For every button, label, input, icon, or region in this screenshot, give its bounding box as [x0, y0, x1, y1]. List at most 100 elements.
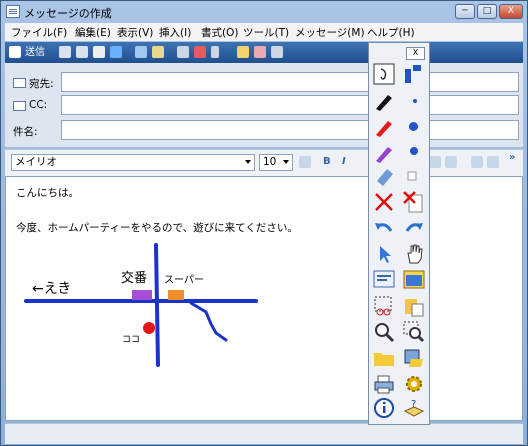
marker-red-icon[interactable] [373, 115, 395, 137]
hand-icon[interactable] [403, 243, 425, 265]
delete-icon[interactable] [373, 191, 395, 213]
format-toolbar: メイリオ 10 B I » [5, 149, 523, 176]
select-arrow-icon[interactable] [373, 243, 395, 265]
font-size: 10 [263, 156, 277, 168]
menu-edit[interactable]: 編集(E) [75, 25, 111, 40]
delete-page-icon[interactable] [403, 191, 425, 213]
marker-purple-icon[interactable] [373, 141, 395, 163]
subject-field[interactable] [61, 120, 519, 140]
decrease-indent-icon[interactable] [429, 156, 441, 168]
settings-icon[interactable] [403, 373, 425, 395]
subject-label: 件名: [13, 126, 38, 138]
menu-bar: ファイル(F) 編集(E) 表示(V) 挿入(I) 書式(O) ツール(T) メ… [5, 23, 523, 41]
undo-icon[interactable] [110, 46, 122, 58]
body-greeting: こんにちは。 [16, 187, 79, 199]
bold-button[interactable]: B [323, 156, 331, 167]
zoom-icon[interactable] [373, 321, 395, 343]
map-label-station: ←えき [32, 281, 71, 297]
svg-text:?: ? [411, 399, 416, 410]
paragraph-style-icon[interactable] [299, 156, 311, 168]
help-book-icon[interactable]: ? [403, 397, 425, 419]
pointer-tool-icon[interactable] [373, 63, 395, 85]
eraser-icon[interactable] [373, 165, 395, 187]
pen-tool-palette: X ? [368, 42, 430, 425]
send-icon [9, 46, 21, 58]
supermarket-marker [168, 290, 184, 300]
close-button[interactable]: X [499, 4, 523, 19]
priority-icon[interactable] [194, 46, 206, 58]
map-label-here: ココ [122, 335, 140, 345]
work-offline-icon[interactable] [271, 46, 283, 58]
chevron-down-icon [283, 160, 289, 164]
hand-drawn-map: ←えき 交番 スーパー ココ [24, 243, 258, 367]
attach-icon[interactable] [177, 46, 189, 58]
redo-icon[interactable] [403, 217, 425, 239]
font-size-select[interactable]: 10 [259, 154, 293, 171]
address-book-icon[interactable] [13, 78, 26, 88]
spelling-icon[interactable] [152, 46, 164, 58]
map-label-koban: 交番 [121, 270, 147, 286]
toolbar: 送信 [5, 42, 523, 63]
compose-window: メッセージの作成 ─ □ X ファイル(F) 編集(E) 表示(V) 挿入(I)… [0, 0, 528, 446]
priority-dropdown-icon[interactable] [211, 46, 219, 58]
to-label[interactable]: 宛先: [29, 76, 54, 91]
cut-select-icon[interactable] [373, 295, 395, 317]
here-marker [143, 322, 155, 334]
folder-icon[interactable] [373, 347, 395, 369]
compose-message-icon [6, 5, 20, 18]
menu-file[interactable]: ファイル(F) [11, 25, 67, 40]
zoom-region-icon[interactable] [403, 321, 425, 343]
font-name: メイリオ [15, 156, 57, 168]
undo-icon[interactable] [373, 217, 395, 239]
menu-view[interactable]: 表示(V) [117, 25, 153, 40]
encrypt-icon[interactable] [254, 46, 266, 58]
check-names-icon[interactable] [135, 46, 147, 58]
menu-message[interactable]: メッセージ(M) [295, 25, 365, 40]
color-palette-icon[interactable] [403, 63, 425, 85]
medium-dot-icon[interactable] [409, 122, 418, 131]
title-bar: メッセージの作成 ─ □ X [1, 1, 527, 23]
koban-marker [132, 290, 152, 300]
font-select[interactable]: メイリオ [11, 154, 255, 171]
chevron-down-icon [245, 160, 251, 164]
large-dot-icon[interactable] [410, 147, 418, 155]
copy-icon[interactable] [76, 46, 88, 58]
square-icon[interactable] [403, 167, 425, 189]
message-body[interactable]: こんにちは。 今度、ホームパーティーをやるので、遊びに来てください。 ←えき 交… [5, 176, 523, 421]
sign-icon[interactable] [237, 46, 249, 58]
menu-tools[interactable]: ツール(T) [243, 25, 289, 40]
cut-icon[interactable] [59, 46, 71, 58]
menu-insert[interactable]: 挿入(I) [159, 25, 191, 40]
address-header: 宛先: CC: 件名: [5, 63, 523, 147]
marker-black-icon[interactable] [373, 89, 395, 111]
info-icon[interactable] [373, 397, 395, 419]
address-book-icon[interactable] [13, 101, 26, 111]
italic-button[interactable]: I [342, 156, 346, 167]
align-center-icon[interactable] [487, 156, 499, 168]
paste-icon[interactable] [93, 46, 105, 58]
minimize-button[interactable]: ─ [455, 4, 475, 19]
cc-field[interactable] [61, 95, 519, 115]
more-format-button[interactable]: » [509, 152, 515, 163]
maximize-button[interactable]: □ [477, 4, 497, 19]
map-side-road [189, 301, 228, 342]
map-label-super: スーパー [164, 274, 204, 286]
print-icon[interactable] [373, 373, 395, 395]
align-left-icon[interactable] [471, 156, 483, 168]
window-title: メッセージの作成 [24, 7, 112, 20]
increase-indent-icon[interactable] [445, 156, 457, 168]
menu-format[interactable]: 書式(O) [201, 25, 238, 40]
palette-close-button[interactable]: X [406, 47, 425, 60]
body-invitation: 今度、ホームパーティーをやるので、遊びに来てください。 [16, 222, 298, 234]
small-dot-icon[interactable] [413, 99, 417, 103]
status-bar [5, 423, 523, 444]
save-icon[interactable] [403, 347, 425, 369]
window-icon[interactable] [403, 269, 425, 291]
menu-help[interactable]: ヘルプ(H) [367, 25, 415, 40]
cc-label[interactable]: CC: [29, 99, 47, 111]
paste-icon[interactable] [403, 295, 425, 317]
send-button[interactable]: 送信 [25, 45, 45, 60]
to-field[interactable] [61, 72, 519, 92]
map-cross-road [154, 243, 160, 367]
insert-picture-icon[interactable] [373, 269, 395, 291]
